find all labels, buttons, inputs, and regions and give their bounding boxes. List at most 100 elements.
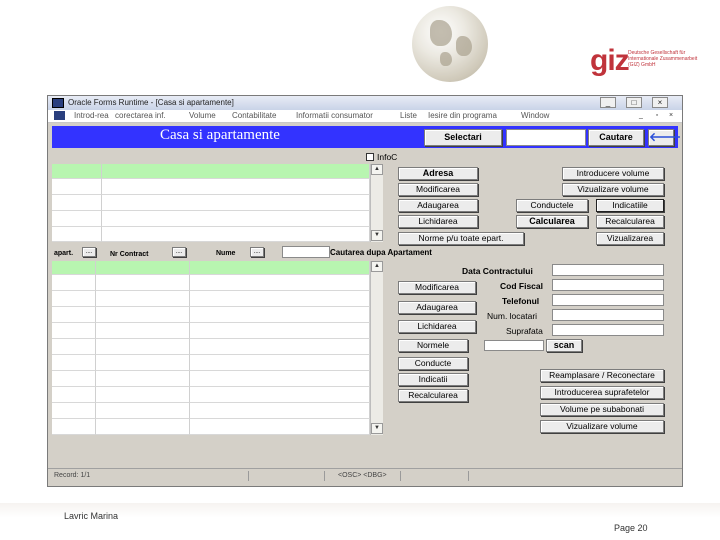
nr-contract-lov-button[interactable]: .... xyxy=(172,247,186,257)
grid-cell[interactable] xyxy=(190,387,370,403)
grid-cell[interactable] xyxy=(52,419,96,435)
grid-cell[interactable] xyxy=(190,307,370,323)
grid-cell[interactable] xyxy=(190,371,370,387)
grid-cell[interactable] xyxy=(52,211,102,227)
maximize-button[interactable]: □ xyxy=(626,97,642,108)
grid-cell[interactable] xyxy=(190,403,370,419)
scroll-down-icon[interactable]: ▼ xyxy=(371,230,383,241)
grid-cell[interactable] xyxy=(96,323,190,339)
grid-cell[interactable] xyxy=(52,403,96,419)
mdi-close-button[interactable]: × xyxy=(666,111,676,120)
grid-cell[interactable] xyxy=(96,371,190,387)
vizualizare-volume-apart-button[interactable]: Vizualizare volume xyxy=(540,420,664,433)
menu-informatii-consumator[interactable]: Informatii consumator xyxy=(296,111,373,120)
menu-contabilitate[interactable]: Contabilitate xyxy=(232,111,276,120)
grid-cell[interactable] xyxy=(96,275,190,291)
mdi-minimize-button[interactable]: _ xyxy=(636,111,646,120)
grid-cell[interactable] xyxy=(102,179,370,195)
grid-cell[interactable] xyxy=(96,387,190,403)
mdi-restore-button[interactable]: ▫ xyxy=(652,111,662,120)
cod-fiscal-field[interactable] xyxy=(552,279,664,291)
grid-cell[interactable] xyxy=(52,179,102,195)
minimize-button[interactable]: _ xyxy=(600,97,616,108)
num-locatari-field[interactable] xyxy=(552,309,664,321)
introducerea-suprafetelor-button[interactable]: Introducerea suprafetelor xyxy=(540,386,664,399)
grid-cell[interactable] xyxy=(190,291,370,307)
lichidarea-button[interactable]: Lichidarea xyxy=(398,215,478,228)
apartment-grid-scrollbar[interactable]: ▲ ▼ xyxy=(370,261,383,435)
grid-cell[interactable] xyxy=(190,355,370,371)
reamplasare-button[interactable]: Reamplasare / Reconectare xyxy=(540,369,664,382)
volume-subabonati-button[interactable]: Volume pe subabonati xyxy=(540,403,664,416)
scan-button[interactable]: scan xyxy=(546,339,582,352)
menu-volume[interactable]: Volume xyxy=(189,111,216,120)
grid-cell[interactable] xyxy=(190,275,370,291)
scan-field[interactable] xyxy=(484,340,544,351)
calcularea-button[interactable]: Calcularea xyxy=(516,215,588,228)
grid-cell[interactable] xyxy=(52,275,96,291)
selectari-button[interactable]: Selectari xyxy=(424,129,502,146)
grid-cell[interactable] xyxy=(102,227,370,242)
vizualizare-volume-button[interactable]: Vizualizare volume xyxy=(562,183,664,196)
grid-cell[interactable] xyxy=(52,307,96,323)
search-apartament-field[interactable] xyxy=(282,246,330,258)
grid-cell[interactable] xyxy=(102,211,370,227)
grid-cell[interactable] xyxy=(96,307,190,323)
apart-adaugarea-button[interactable]: Adaugarea xyxy=(398,301,476,314)
grid-cell[interactable] xyxy=(52,261,96,275)
adresa-button[interactable]: Adresa xyxy=(398,167,478,180)
scroll-down-icon[interactable]: ▼ xyxy=(371,423,383,434)
scroll-up-icon[interactable]: ▲ xyxy=(371,164,383,175)
menu-liste[interactable]: Liste xyxy=(400,111,417,120)
cautare-button[interactable]: Cautare xyxy=(588,129,644,146)
address-grid-scrollbar[interactable]: ▲ ▼ xyxy=(370,164,383,242)
grid-cell[interactable] xyxy=(52,339,96,355)
telefonul-field[interactable] xyxy=(552,294,664,306)
introducere-volume-button[interactable]: Introducere volume xyxy=(562,167,664,180)
grid-cell[interactable] xyxy=(190,339,370,355)
apart-modificarea-button[interactable]: Modificarea xyxy=(398,281,476,294)
grid-cell[interactable] xyxy=(96,339,190,355)
grid-cell[interactable] xyxy=(190,261,370,275)
grid-cell[interactable] xyxy=(52,323,96,339)
conductele-button[interactable]: Conductele xyxy=(516,199,588,212)
grid-cell[interactable] xyxy=(52,164,102,179)
indicatii-button[interactable]: Indicatii xyxy=(398,373,468,386)
conducte-button[interactable]: Conducte xyxy=(398,357,468,370)
modificarea-button[interactable]: Modificarea xyxy=(398,183,478,196)
grid-cell[interactable] xyxy=(52,227,102,242)
back-arrow-icon[interactable]: 🡐 xyxy=(648,129,681,146)
grid-cell[interactable] xyxy=(102,164,370,179)
selectari-field[interactable] xyxy=(506,129,586,146)
grid-cell[interactable] xyxy=(96,355,190,371)
grid-cell[interactable] xyxy=(52,355,96,371)
grid-cell[interactable] xyxy=(96,261,190,275)
apart-lov-button[interactable]: .... xyxy=(82,247,96,257)
infoc-checkbox[interactable] xyxy=(366,153,374,161)
grid-cell[interactable] xyxy=(102,195,370,211)
menu-corectarea[interactable]: corectarea inf. xyxy=(115,111,166,120)
grid-cell[interactable] xyxy=(52,371,96,387)
suprafata-field[interactable] xyxy=(552,324,664,336)
nume-lov-button[interactable]: .... xyxy=(250,247,264,257)
grid-cell[interactable] xyxy=(190,419,370,435)
grid-cell[interactable] xyxy=(96,419,190,435)
recalcularea-button[interactable]: Recalcularea xyxy=(596,215,664,228)
scroll-up-icon[interactable]: ▲ xyxy=(371,261,383,272)
grid-cell[interactable] xyxy=(52,291,96,307)
vizualizarea-button[interactable]: Vizualizarea xyxy=(596,232,664,245)
close-button[interactable]: × xyxy=(652,97,668,108)
grid-cell[interactable] xyxy=(96,403,190,419)
indicatiile-button[interactable]: Indicatiile xyxy=(596,199,664,212)
menu-window[interactable]: Window xyxy=(521,111,549,120)
normele-button[interactable]: Normele xyxy=(398,339,468,352)
menu-introd-rea[interactable]: Introd-rea xyxy=(74,111,109,120)
grid-cell[interactable] xyxy=(190,323,370,339)
data-contract-field[interactable] xyxy=(552,264,664,276)
menu-iesire[interactable]: Iesire din programa xyxy=(428,111,497,120)
apart-recalcularea-button[interactable]: Recalcularea xyxy=(398,389,468,402)
grid-cell[interactable] xyxy=(52,387,96,403)
adaugarea-button[interactable]: Adaugarea xyxy=(398,199,478,212)
norme-toate-button[interactable]: Norme p/u toate epart. xyxy=(398,232,524,245)
grid-cell[interactable] xyxy=(52,195,102,211)
